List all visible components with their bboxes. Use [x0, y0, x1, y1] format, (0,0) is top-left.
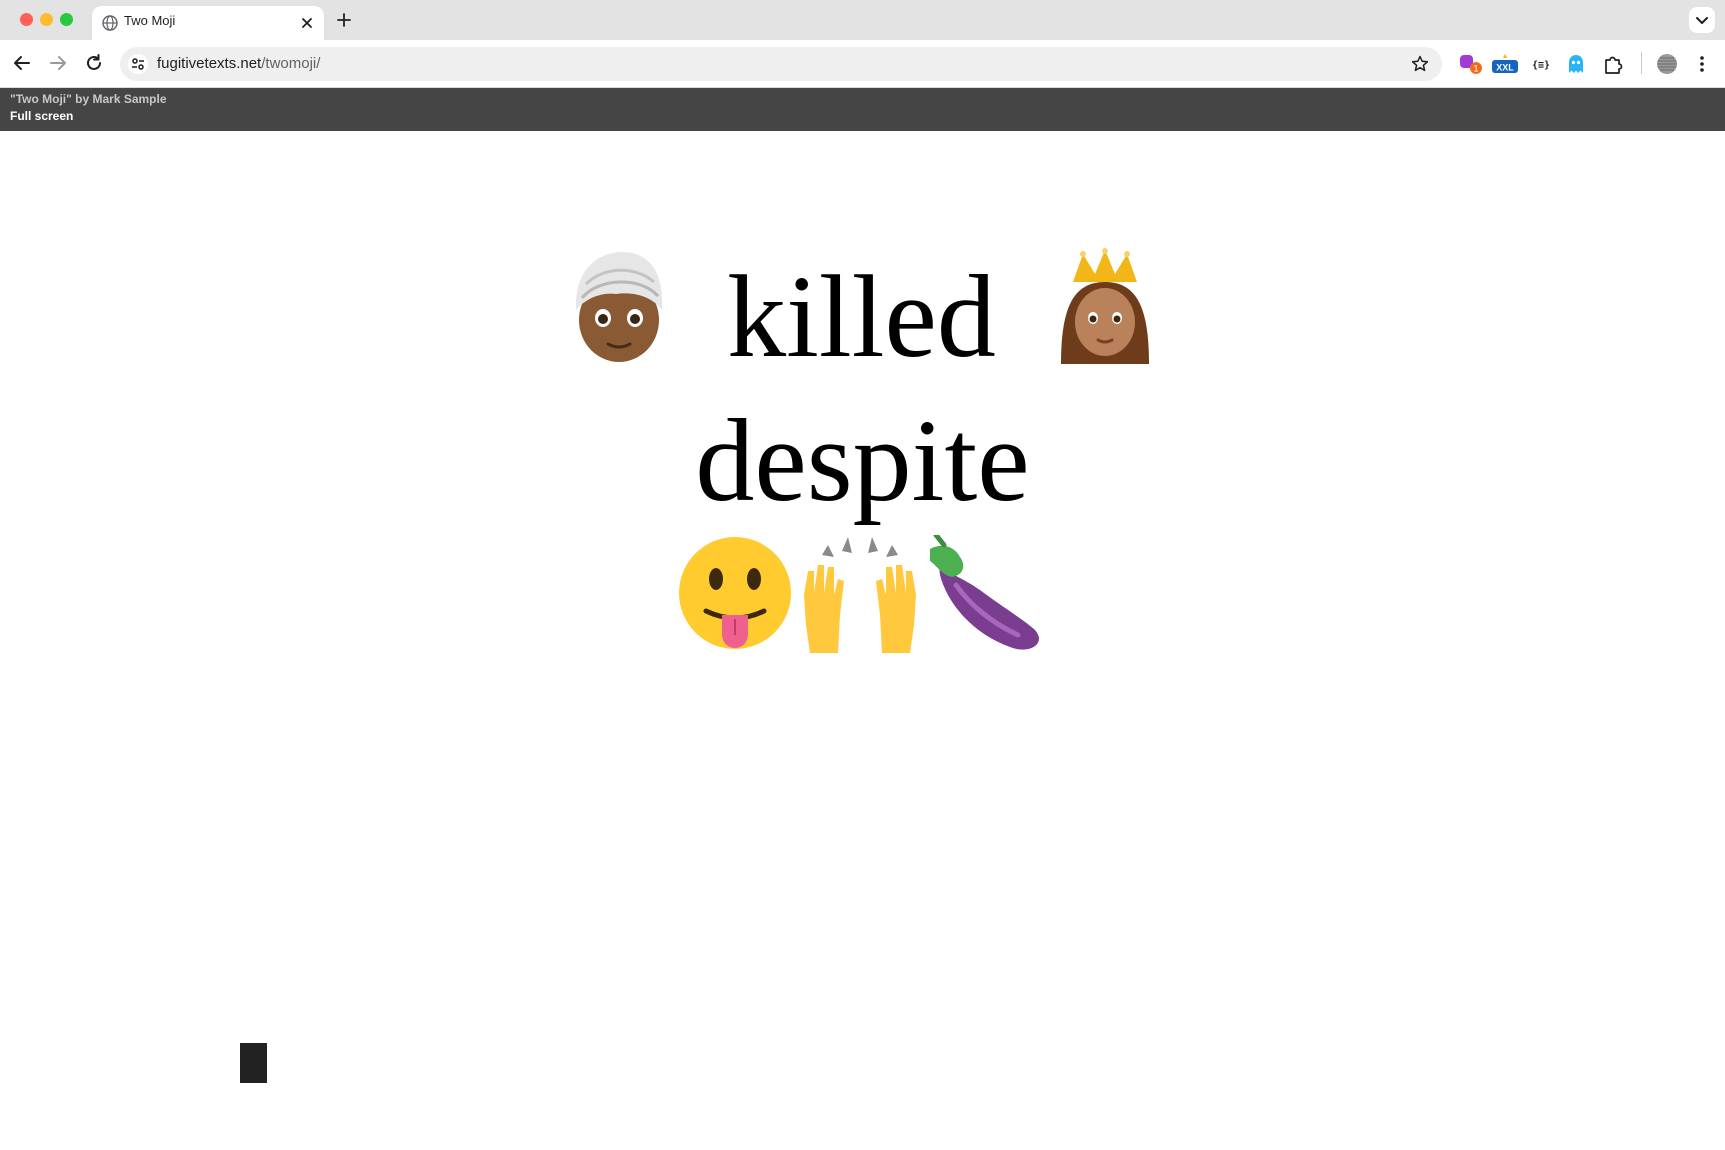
bookmark-star-icon[interactable] [1410, 54, 1430, 74]
poem-word-1: killed [727, 251, 996, 382]
site-settings-icon[interactable] [128, 54, 148, 74]
princess-emoji [1061, 248, 1150, 364]
tab-search-button[interactable] [1689, 7, 1715, 33]
maximize-window-button[interactable] [60, 13, 73, 26]
raising-hands-emoji [803, 537, 916, 653]
xxl-badge: XXL [1496, 63, 1514, 73]
forward-arrow-icon[interactable] [47, 52, 69, 74]
eggplant-emoji [929, 532, 1039, 650]
xxl-extension-icon[interactable]: XXL [1491, 53, 1519, 75]
tab-two-moji[interactable]: Two Moji [92, 6, 324, 40]
close-tab-icon[interactable] [298, 14, 316, 32]
address-bar[interactable]: fugitivetexts.net/twomoji/ [120, 47, 1442, 81]
credit-text: "Two Moji" by Mark Sample [10, 92, 167, 106]
json-badge: {≡} [1532, 60, 1550, 71]
emoji-row [0, 532, 1725, 665]
new-tab-icon[interactable] [334, 10, 354, 30]
json-extension-icon[interactable]: {≡} [1528, 53, 1554, 75]
face-with-tongue-emoji [678, 537, 791, 649]
url-path: /twomoji/ [261, 55, 321, 72]
chevron-down-icon [1696, 17, 1708, 24]
back-arrow-icon[interactable] [11, 52, 33, 74]
page-header: "Two Moji" by Mark Sample Full screen [0, 88, 1725, 131]
person-with-turban-emoji [575, 252, 662, 362]
poem-line-1: killed [0, 245, 1725, 389]
tab-strip: Two Moji [0, 0, 1725, 40]
tab-title: Two Moji [124, 13, 176, 28]
url-domain: fugitivetexts.net [157, 55, 262, 72]
close-window-button[interactable] [20, 13, 33, 26]
sticker-extension-icon[interactable]: 1 [1459, 53, 1483, 75]
browser-toolbar: fugitivetexts.net/twomoji/ 1 XXL {≡} [0, 40, 1725, 88]
profile-avatar-icon[interactable] [1656, 53, 1678, 75]
toolbar-divider [1641, 52, 1642, 74]
more-menu-icon[interactable] [1693, 53, 1711, 75]
poem-line-2: despite [0, 389, 1725, 533]
reload-icon[interactable] [83, 52, 105, 74]
globe-icon [102, 15, 118, 31]
minimize-window-button[interactable] [40, 13, 53, 26]
puzzle-extensions-icon[interactable] [1602, 53, 1624, 75]
ghost-extension-icon[interactable] [1565, 53, 1587, 75]
text-cursor-block [240, 1043, 267, 1083]
url-text[interactable]: fugitivetexts.net/twomoji/ [157, 55, 320, 72]
poem: killed despite [0, 245, 1725, 665]
fullscreen-link[interactable]: Full screen [10, 109, 73, 123]
poem-word-2: despite [695, 395, 1030, 526]
sticker-badge: 1 [1473, 64, 1478, 74]
